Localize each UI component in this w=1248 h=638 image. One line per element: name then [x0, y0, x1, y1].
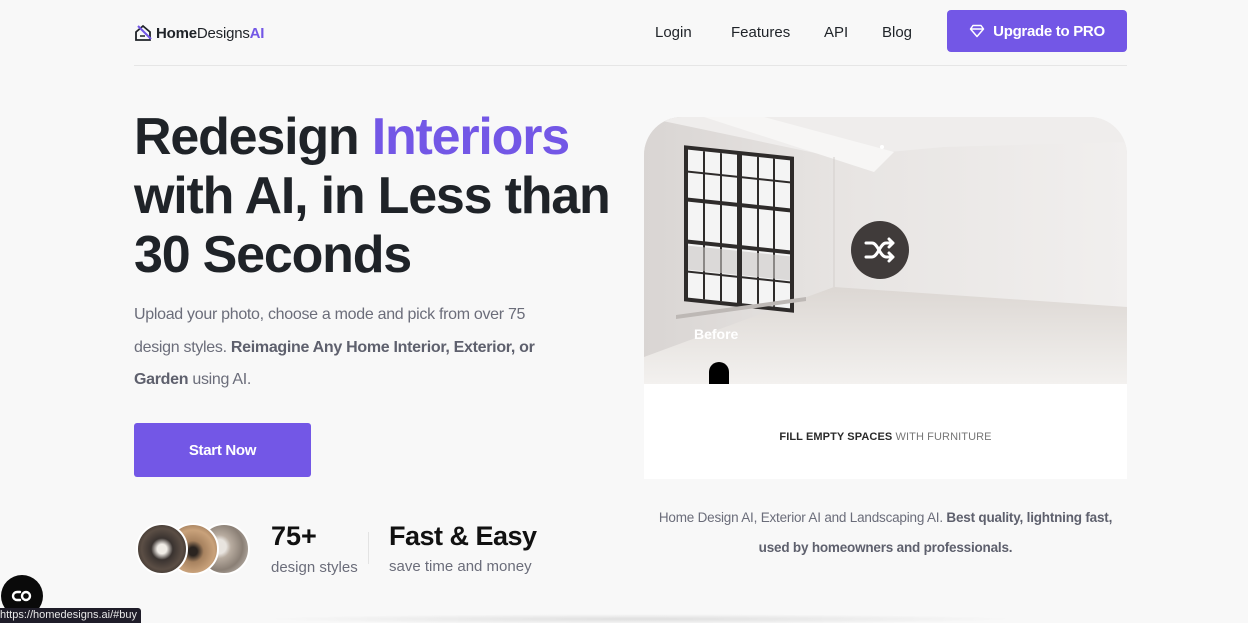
caption-rest: WITH FURNITURE: [892, 431, 992, 443]
fast-easy-label: save time and money: [389, 558, 532, 575]
shuffle-button[interactable]: [851, 221, 909, 279]
upgrade-to-pro-button[interactable]: Upgrade to PRO: [947, 10, 1127, 52]
slider-handle[interactable]: [709, 362, 729, 384]
desc-plain: Home Design AI, Exterior AI and Landscap…: [658, 510, 947, 525]
chat-widget-icon: [11, 590, 32, 602]
logo-text-home: Home: [156, 24, 197, 42]
house-logo-icon: [135, 24, 152, 41]
logo-text-designs: Designs: [196, 24, 250, 42]
hero-subtitle: Upload your photo, choose a mode and pic…: [134, 299, 564, 397]
hero-subtitle-text2: using AI.: [188, 371, 252, 388]
nav-blog[interactable]: Blog: [882, 24, 912, 41]
fast-easy-title: Fast & Easy: [389, 521, 537, 551]
page-bottom-edge: [0, 623, 1248, 638]
shuffle-icon: [864, 237, 895, 263]
nav-features[interactable]: Features: [731, 24, 790, 41]
style-avatars: [136, 523, 251, 575]
hero-title-part1: Redesign: [134, 108, 372, 166]
logo-text-ai: AI: [249, 24, 265, 42]
mode-caption: FILL EMPTY SPACES WITH FURNITURE: [644, 431, 1127, 443]
nav-login[interactable]: Login: [655, 24, 692, 41]
hero-title-part2: with AI, in Less than 30 Seconds: [134, 167, 611, 284]
upgrade-label: Upgrade to PRO: [993, 22, 1105, 40]
hero-title: Redesign Interiors with AI, in Less than …: [134, 108, 614, 285]
diamond-icon: [969, 24, 985, 38]
site-header: Home Designs AI Login Features API Blog Up…: [134, 0, 1127, 66]
before-after-preview[interactable]: Before: [644, 117, 1127, 384]
caption-bold: FILL EMPTY SPACES: [779, 431, 893, 443]
start-now-button[interactable]: Start Now: [134, 423, 311, 477]
product-description: Home Design AI, Exterior AI and Landscap…: [644, 503, 1127, 562]
style-avatar-modern: [136, 523, 188, 575]
stats-divider: [368, 532, 369, 564]
caption-card: FILL EMPTY SPACES WITH FURNITURE: [644, 384, 1127, 479]
styles-label: design styles: [271, 559, 358, 576]
before-label: Before: [694, 326, 739, 342]
logo[interactable]: Home Designs AI: [134, 24, 264, 42]
hero-title-accent: Interiors: [371, 108, 570, 166]
status-bar-url: https://homedesigns.ai/#buy: [0, 608, 141, 623]
styles-count: 75+: [271, 521, 317, 551]
nav-api[interactable]: API: [824, 24, 848, 41]
